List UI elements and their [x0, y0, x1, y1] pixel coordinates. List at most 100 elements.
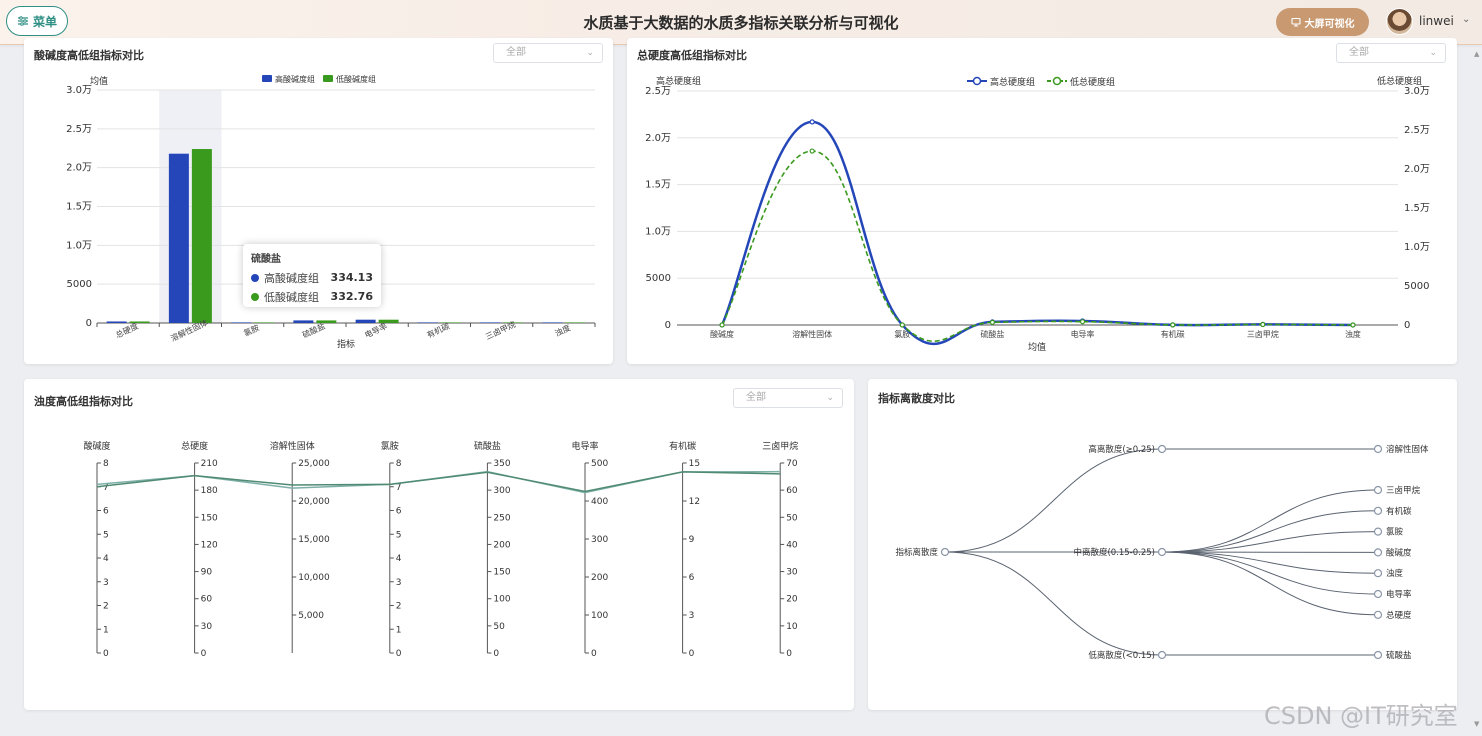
y-tick-label: 0: [86, 318, 92, 329]
axis-tick-label: 210: [201, 459, 218, 469]
axis-tick-label: 5: [103, 530, 109, 540]
axis-tick-label: 60: [786, 486, 798, 496]
axis-tick-label: 90: [201, 568, 213, 578]
axis-tick-label: 0: [786, 649, 792, 659]
axis-tick-label: 150: [201, 513, 218, 523]
axis-tick-label: 6: [396, 507, 402, 517]
tree-link: [1161, 551, 1379, 616]
avatar[interactable]: [1386, 8, 1413, 35]
chevron-down-icon[interactable]: ⌄: [1462, 14, 1470, 25]
axis-tick-label: 300: [493, 486, 510, 496]
axis-tick-label: 0: [103, 649, 109, 659]
axis-tick-label: 12: [689, 497, 700, 507]
axis-tick-label: 0: [689, 649, 695, 659]
watermark: CSDN @IT研究室: [1264, 702, 1458, 730]
tooltip-value: 332.76: [330, 290, 373, 303]
legend-label: 低酸碱度组: [336, 74, 376, 84]
axis-tick-label: 120: [201, 540, 218, 550]
y-axis-label: 均值: [90, 75, 108, 87]
tooltip-row: 高酸碱度组 334.13: [251, 268, 373, 287]
axis-tick-label: 0: [396, 649, 402, 659]
tree-root-label: 指标离散度: [895, 547, 938, 558]
x-tick-label: 三卤甲烷: [484, 319, 517, 342]
tree-branch-node: [1157, 444, 1167, 454]
series-line: [96, 471, 781, 493]
axis-name: 溶解性固体: [270, 440, 315, 452]
axis-tick-label: 4: [396, 554, 402, 564]
tree-link: [1161, 551, 1379, 595]
y-tick-label-right: 2.0万: [1404, 164, 1430, 175]
x-tick-label: 电导率: [1071, 329, 1095, 339]
data-point: [809, 148, 815, 154]
bar: [254, 322, 275, 323]
axis-tick-label: 150: [493, 568, 510, 578]
y-tick-label-left: 5000: [646, 273, 671, 284]
axis-tick-label: 300: [591, 535, 608, 545]
data-point: [1079, 319, 1086, 325]
x-tick-label: 总硬度: [114, 321, 140, 340]
scrollbar[interactable]: ▲▼: [1474, 48, 1480, 728]
tree-leaf-node: [1373, 485, 1383, 495]
axis-tick-label: 50: [786, 513, 798, 523]
y-tick-label-left: 1.5万: [645, 180, 671, 191]
tree-leaf-label: 酸碱度: [1386, 547, 1412, 558]
hardness-group-panel: 总硬度高低组指标对比 全部 ⌄ 0 5000 1.0万 1.5万 2.0万 2.5万 0 500…: [627, 38, 1457, 364]
x-tick-label: 氯胺: [242, 322, 261, 338]
axis-tick-label: 2: [396, 602, 402, 612]
axis-tick-label: 20: [786, 595, 798, 605]
axis-tick-label: 3: [103, 578, 109, 588]
legend-swatch: [323, 75, 333, 82]
bar: [355, 319, 376, 323]
bigscreen-button[interactable]: 大屏可视化: [1276, 8, 1369, 36]
axis-tick-label: 20,000: [298, 497, 330, 507]
legend-label: 高总硬度组: [990, 76, 1035, 88]
axis-tick-label: 200: [493, 540, 510, 550]
y-tick-label: 2.5万: [66, 124, 92, 135]
chart-tooltip: 硫酸盐 高酸碱度组 334.13 低酸碱度组 332.76: [243, 244, 381, 307]
x-tick-label: 电导率: [363, 321, 389, 340]
x-tick-label: 溶解性固体: [792, 329, 832, 339]
y-tick-label-left: 1.0万: [645, 226, 671, 237]
axis-name: 电导率: [571, 440, 598, 452]
axis-tick-label: 3: [396, 578, 402, 588]
axis-tick-label: 0: [591, 649, 597, 659]
axis-tick-label: 4: [103, 554, 109, 564]
tree-branch-label: 中离散度(0.15-0.25): [1073, 547, 1155, 558]
axis-tick-label: 25,000: [298, 459, 330, 469]
axis-tick-label: 3: [689, 611, 695, 621]
legend-label: 高酸碱度组: [275, 74, 315, 84]
axis-name: 酸碱度: [83, 440, 110, 452]
y-tick-label-left: 2.0万: [645, 133, 671, 144]
tree-link: [1161, 489, 1379, 553]
turbidity-group-panel: 浊度高低组指标对比 全部 ⌄ 酸碱度 0 1 2 3 4 5 6 7 8 总硬度 0 30 60 90 120 1…: [24, 379, 854, 710]
legend-dot: [251, 292, 259, 301]
series-line: [721, 150, 1353, 342]
series-line: [96, 470, 781, 494]
legend-marker: [1052, 76, 1062, 86]
tree-branch-node: [1157, 650, 1167, 660]
y-tick-label: 3.0万: [66, 85, 92, 96]
axis-tick-label: 500: [591, 459, 608, 469]
axis-tick-label: 60: [201, 595, 213, 605]
ph-group-panel: 酸碱度高低组指标对比 全部 ⌄ 0 5000 1.0万 1.5万 2.0万 2.5万 3.0万…: [24, 38, 613, 364]
axis-name: 有机碳: [669, 440, 696, 452]
axis-tick-label: 50: [493, 622, 505, 632]
x-axis-label: 指标: [337, 338, 355, 350]
axis-tick-label: 8: [396, 459, 402, 469]
username[interactable]: linwei: [1419, 14, 1454, 28]
tree-link: [1161, 551, 1379, 574]
y-tick-label-right: 3.0万: [1404, 86, 1430, 97]
bar: [480, 322, 501, 323]
bar: [191, 149, 212, 323]
axis-tick-label: 1: [396, 625, 402, 635]
tree-leaf-node: [1373, 506, 1383, 515]
x-tick-label: 三卤甲烷: [1247, 329, 1279, 339]
y-tick-label: 5000: [67, 279, 92, 290]
tree-leaf-node: [1373, 548, 1383, 557]
tree-link: [944, 551, 1163, 656]
x-tick-label: 有机碳: [1161, 329, 1185, 339]
monitor-icon: [1290, 17, 1301, 27]
y-axis-label-left: 高总硬度组: [656, 75, 701, 87]
tooltip-title: 硫酸盐: [251, 254, 281, 265]
y-tick-label: 1.5万: [66, 202, 92, 213]
